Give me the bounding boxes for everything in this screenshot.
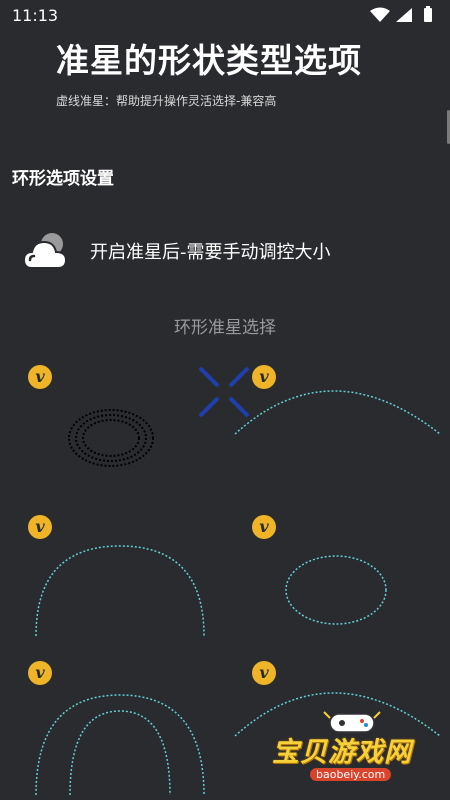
medium-dotted-arc-icon (35, 545, 205, 637)
check-badge-icon: v (28, 365, 52, 389)
check-badge-icon: v (28, 661, 52, 685)
watermark-text: 宝贝游戏网 (272, 737, 412, 768)
cloud-icon[interactable] (22, 228, 68, 272)
watermark-url: baobeiy.com (310, 768, 392, 781)
status-icons (370, 6, 432, 22)
battery-icon (424, 8, 432, 22)
page-title: 准星的形状类型选项 (56, 41, 362, 80)
ring-option-1[interactable]: v (20, 360, 220, 490)
status-time: 11:13 (12, 6, 59, 25)
small-dotted-ellipse-icon (285, 555, 387, 625)
site-watermark: 宝贝游戏网 baobeiy.com (272, 706, 442, 792)
enable-crosshair-label: 开启准星后-需要手动调控大小 (90, 242, 331, 263)
status-bar: 11:13 (0, 0, 450, 30)
ring-option-3[interactable]: v (20, 510, 220, 640)
concentric-dotted-ring-icon (68, 409, 154, 467)
double-dotted-arc-icon (35, 694, 205, 796)
wifi-icon (370, 7, 390, 22)
check-badge-icon: v (252, 515, 276, 539)
check-badge-icon: v (28, 515, 52, 539)
signal-icon (396, 8, 412, 22)
enable-crosshair-row[interactable]: 开启准星后-需要手动调控大小 (0, 220, 450, 280)
ring-option-2[interactable]: v (230, 360, 445, 490)
ring-option-4[interactable]: v (230, 510, 445, 640)
ring-picker-title: 环形准星选择 (174, 318, 276, 338)
section-title: 环形选项设置 (12, 169, 114, 189)
ring-option-5[interactable]: v (20, 655, 220, 800)
page-subtitle: 虚线准星：帮助提升操作灵活选择-兼容高 (56, 94, 277, 108)
wide-dotted-arc-icon (234, 390, 441, 435)
